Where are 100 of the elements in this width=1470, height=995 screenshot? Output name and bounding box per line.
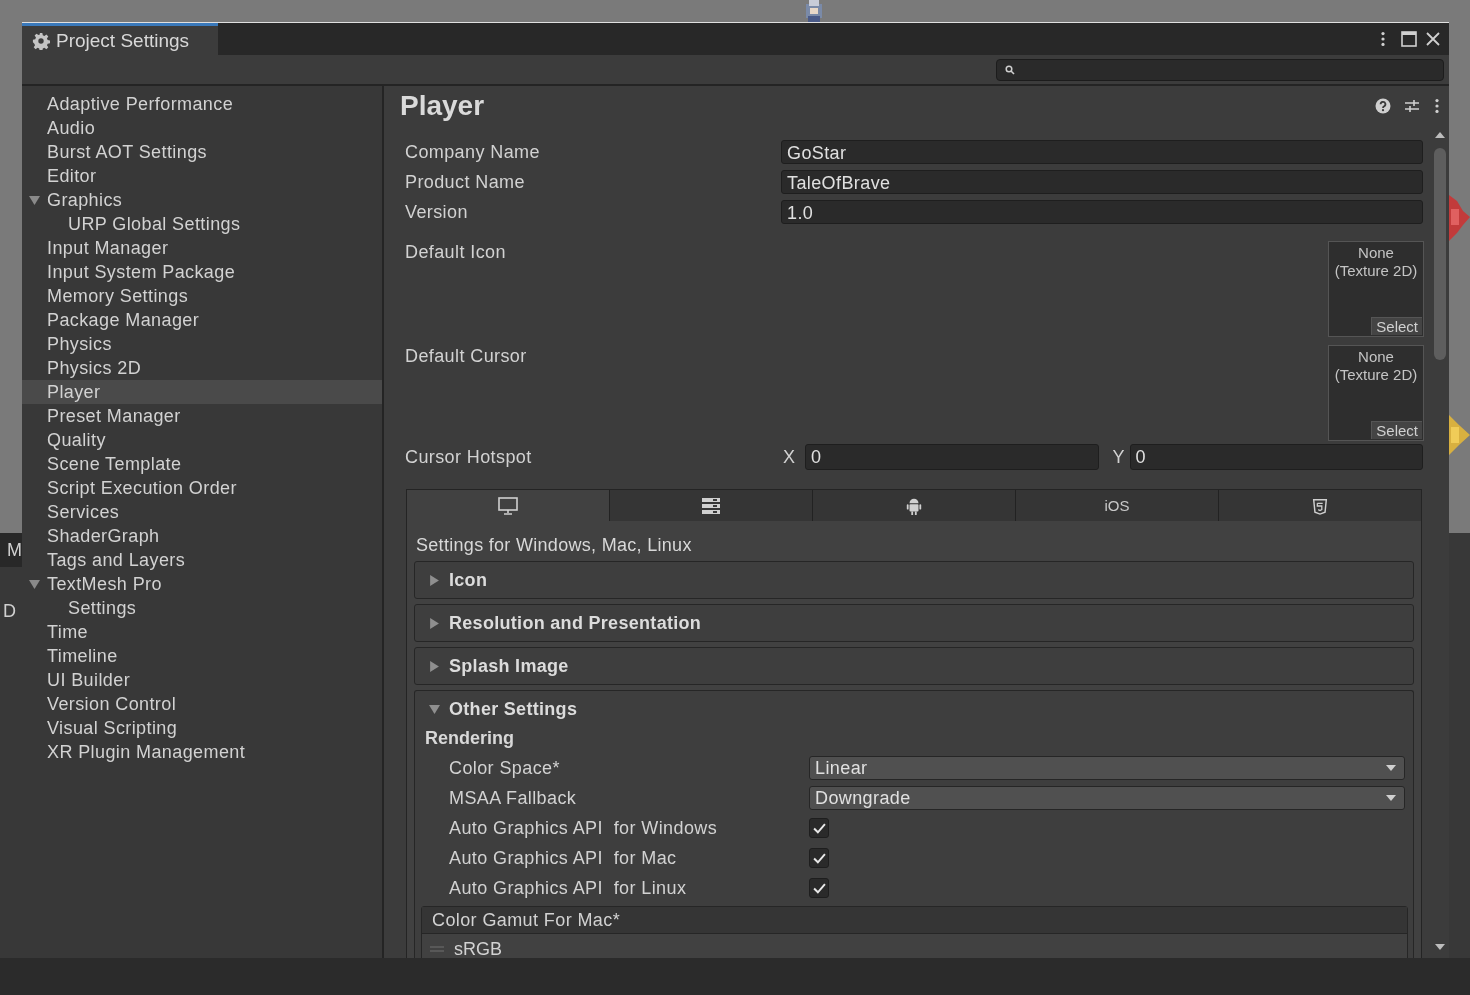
field-label: Default Cursor [404, 345, 528, 367]
sidebar-item[interactable]: Quality [22, 428, 382, 452]
setting-label: Auto Graphics API for Windows [448, 817, 719, 839]
server-icon [701, 496, 721, 515]
dropdown-arrow-icon [1386, 765, 1396, 771]
sidebar-item[interactable]: Scene Template [22, 452, 382, 476]
sidebar-item[interactable]: Package Manager [22, 308, 382, 332]
sidebar-item[interactable]: Audio [22, 116, 382, 140]
path-text: D [3, 601, 16, 622]
monitor-icon [498, 496, 518, 515]
checkmark-icon [812, 852, 826, 864]
more-icon[interactable] [1433, 97, 1441, 115]
foldout-arrow-icon[interactable] [429, 574, 440, 586]
sidebar-item[interactable]: Physics 2D [22, 356, 382, 380]
texture-slot[interactable]: None (Texture 2D) Select [1328, 345, 1424, 441]
maximize-icon[interactable] [1401, 31, 1417, 47]
dropdown[interactable]: Linear [809, 756, 1405, 780]
sidebar-item[interactable]: Time [22, 620, 382, 644]
foldout-arrow-icon[interactable] [429, 617, 440, 629]
field-label: Version [404, 201, 469, 223]
sidebar-item[interactable]: Timeline [22, 644, 382, 668]
select-button[interactable]: Select [1371, 421, 1422, 439]
number-field[interactable]: 0 [1129, 444, 1423, 470]
slot-value: None (Texture 2D) [1333, 243, 1419, 280]
platform-tab[interactable] [407, 490, 609, 521]
sidebar-item[interactable]: Tags and Layers [22, 548, 382, 572]
sidebar-item[interactable]: Graphics [22, 188, 382, 212]
sidebar-item[interactable]: Memory Settings [22, 284, 382, 308]
slot-value: None (Texture 2D) [1333, 347, 1419, 384]
list-item[interactable]: sRGB [454, 938, 502, 958]
scroll-thumb[interactable] [1434, 148, 1446, 360]
dropdown[interactable]: Downgrade [809, 786, 1405, 810]
text-field[interactable]: 1.0 [781, 200, 1423, 224]
expand-arrow-icon[interactable] [29, 195, 40, 206]
sprite-drawing [1449, 195, 1470, 241]
sidebar-item[interactable]: Visual Scripting [22, 716, 382, 740]
sidebar-item[interactable]: Player [22, 380, 382, 404]
sidebar-item[interactable]: Editor [22, 164, 382, 188]
foldout-title[interactable]: Splash Image [449, 655, 569, 677]
window-tab[interactable]: Project Settings [22, 23, 218, 55]
setting-label: Color Space* [448, 757, 561, 779]
field-label: Company Name [404, 141, 541, 163]
sidebar-item[interactable]: UI Builder [22, 668, 382, 692]
sidebar-item[interactable]: Script Execution Order [22, 476, 382, 500]
platform-tab[interactable] [609, 490, 812, 521]
texture-slot[interactable]: None (Texture 2D) Select [1328, 241, 1424, 337]
help-icon[interactable] [1375, 98, 1391, 114]
close-icon[interactable] [1425, 31, 1441, 47]
text-field[interactable]: TaleOfBrave [781, 170, 1423, 194]
axis-label: X [782, 446, 796, 468]
checkmark-icon [812, 882, 826, 894]
sliders-icon[interactable] [1404, 98, 1420, 114]
axis-label: Y [1111, 446, 1126, 468]
sidebar-item[interactable]: Input System Package [22, 260, 382, 284]
setting-label: Auto Graphics API for Mac [448, 847, 678, 869]
scroll-down-icon[interactable] [1435, 944, 1445, 950]
expand-arrow-icon[interactable] [29, 579, 40, 590]
sidebar-item[interactable]: Version Control [22, 692, 382, 716]
sidebar-item[interactable]: XR Plugin Management [22, 740, 382, 764]
search-field[interactable] [996, 58, 1444, 81]
section-heading: Settings for Windows, Mac, Linux [415, 534, 693, 557]
sidebar-item[interactable]: Input Manager [22, 236, 382, 260]
robot-icon [904, 496, 924, 515]
sidebar-item[interactable]: Adaptive Performance [22, 92, 382, 116]
setting-label: MSAA Fallback [448, 787, 578, 809]
field-label: Default Icon [404, 241, 507, 263]
foldout-title[interactable]: Other Settings [449, 698, 578, 720]
number-field[interactable]: 0 [805, 444, 1099, 470]
checkbox[interactable] [809, 818, 829, 838]
sidebar-item[interactable]: Preset Manager [22, 404, 382, 428]
list-header: Color Gamut For Mac* [422, 907, 1407, 934]
scroll-up-icon[interactable] [1435, 132, 1445, 138]
sprite-drawing [1449, 415, 1470, 455]
sidebar-item[interactable]: Physics [22, 332, 382, 356]
select-button[interactable]: Select [1371, 317, 1422, 335]
sidebar-item[interactable]: Services [22, 500, 382, 524]
field-label: Product Name [404, 171, 526, 193]
search-icon [1005, 64, 1015, 75]
foldout-title[interactable]: Resolution and Presentation [449, 612, 702, 634]
group-heading: Rendering [424, 727, 515, 750]
sidebar-item[interactable]: Burst AOT Settings [22, 140, 382, 164]
platform-tab[interactable]: iOS [1015, 490, 1218, 521]
sidebar-item[interactable]: TextMesh Pro [22, 572, 382, 596]
setting-label: Auto Graphics API for Linux [448, 877, 688, 899]
panel-label: M [7, 540, 22, 561]
checkmark-icon [812, 822, 826, 834]
sidebar-item[interactable]: ShaderGraph [22, 524, 382, 548]
more-icon[interactable] [1379, 30, 1387, 48]
foldout-arrow-icon[interactable] [429, 660, 440, 672]
field-label: Cursor Hotspot [404, 446, 533, 468]
sidebar-item[interactable]: URP Global Settings [22, 212, 382, 236]
checkbox[interactable] [809, 878, 829, 898]
foldout-title[interactable]: Icon [449, 569, 488, 591]
settings-icon [32, 31, 50, 50]
page-title: Player [400, 90, 485, 122]
foldout-arrow-icon[interactable] [429, 703, 440, 715]
sidebar-item[interactable]: Settings [22, 596, 382, 620]
platform-tab[interactable] [812, 490, 1015, 521]
checkbox[interactable] [809, 848, 829, 868]
text-field[interactable]: GoStar [781, 140, 1423, 164]
